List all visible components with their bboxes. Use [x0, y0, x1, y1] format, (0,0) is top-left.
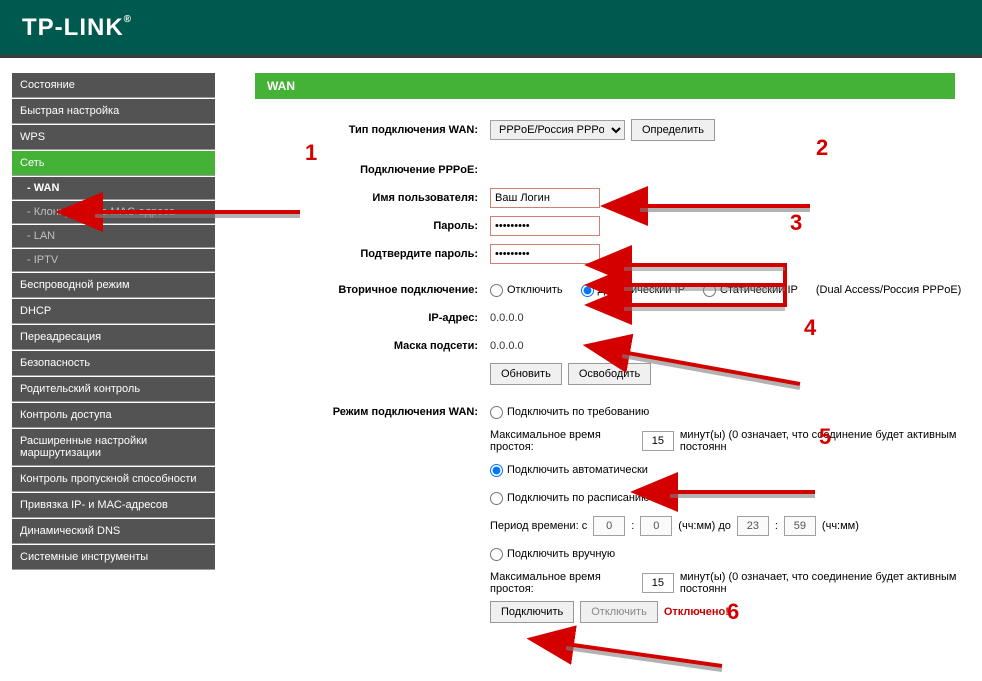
release-button[interactable]: Освободить: [568, 363, 651, 385]
label-idle2: Максимальное время простоя:: [490, 571, 636, 595]
radio-sec-static[interactable]: Статический IP: [703, 284, 798, 297]
label-pppoe-section: Подключение PPPoE:: [255, 164, 490, 176]
refresh-button[interactable]: Обновить: [490, 363, 562, 385]
sidebar-item-wireless[interactable]: Беспроводной режим: [12, 273, 215, 298]
sidebar-item-system-tools[interactable]: Системные инструменты: [12, 545, 215, 570]
sidebar-item-security[interactable]: Безопасность: [12, 351, 215, 376]
label-period: Период времени: с: [490, 520, 587, 532]
ip-value: 0.0.0.0: [490, 312, 524, 324]
disconnect-button[interactable]: Отключить: [580, 601, 658, 623]
label-to: (чч:мм) до: [678, 520, 731, 532]
password-input[interactable]: [490, 216, 600, 236]
select-conn-type[interactable]: PPPoE/Россия PPPoE: [490, 120, 625, 140]
from-min-input[interactable]: [640, 516, 672, 536]
sidebar-item-routing[interactable]: Расширенные настройки маршрутизации: [12, 429, 215, 466]
label-mask: Маска подсети:: [255, 340, 490, 352]
to-hour-input[interactable]: [737, 516, 769, 536]
sidebar-item-access-control[interactable]: Контроль доступа: [12, 403, 215, 428]
connection-status: Отключено!: [664, 606, 729, 618]
label-conn-type: Тип подключения WAN:: [255, 124, 490, 136]
confirm-password-input[interactable]: [490, 244, 600, 264]
connect-button[interactable]: Подключить: [490, 601, 574, 623]
page-title: WAN: [255, 73, 955, 99]
label-password: Пароль:: [255, 220, 490, 232]
detect-button[interactable]: Определить: [631, 119, 715, 141]
sidebar-item-wan[interactable]: - WAN: [12, 177, 215, 200]
sidebar-item-quick-setup[interactable]: Быстрая настройка: [12, 99, 215, 124]
sidebar-item-ddns[interactable]: Динамический DNS: [12, 519, 215, 544]
sidebar-item-network[interactable]: Сеть: [12, 151, 215, 176]
sidebar-item-lan[interactable]: - LAN: [12, 225, 215, 248]
radio-auto[interactable]: Подключить автоматически: [490, 464, 648, 477]
idle-input-2[interactable]: [642, 573, 674, 593]
sidebar-item-parental[interactable]: Родительский контроль: [12, 377, 215, 402]
label-username: Имя пользователя:: [255, 192, 490, 204]
header: TP-LINK®: [0, 0, 982, 58]
mask-value: 0.0.0.0: [490, 340, 524, 352]
radio-manual[interactable]: Подключить вручную: [490, 548, 615, 561]
label-idle: Максимальное время простоя:: [490, 429, 636, 453]
label-mode: Режим подключения WAN:: [255, 406, 490, 418]
radio-schedule[interactable]: Подключить по расписанию: [490, 492, 649, 505]
sidebar: Состояние Быстрая настройка WPS Сеть - W…: [0, 61, 225, 623]
sidebar-item-forwarding[interactable]: Переадресация: [12, 325, 215, 350]
radio-sec-off[interactable]: Отключить: [490, 284, 563, 297]
sidebar-item-mac-clone[interactable]: - Клонирование MAC-адреса: [12, 201, 215, 224]
radio-sec-dynamic[interactable]: Динамический IP: [581, 284, 685, 297]
sidebar-item-dhcp[interactable]: DHCP: [12, 299, 215, 324]
sidebar-item-status[interactable]: Состояние: [12, 73, 215, 98]
to-min-input[interactable]: [784, 516, 816, 536]
sidebar-item-ip-mac[interactable]: Привязка IP- и MAC-адресов: [12, 493, 215, 518]
idle-input[interactable]: [642, 431, 674, 451]
label-idle-unit: минут(ы) (0 означает, что соединение буд…: [680, 429, 982, 453]
brand-logo: TP-LINK®: [22, 14, 132, 42]
from-hour-input[interactable]: [593, 516, 625, 536]
label-idle-unit2: минут(ы) (0 означает, что соединение буд…: [680, 571, 982, 595]
sidebar-item-iptv[interactable]: - IPTV: [12, 249, 215, 272]
sidebar-item-bandwidth[interactable]: Контроль пропускной способности: [12, 467, 215, 492]
radio-on-demand[interactable]: Подключить по требованию: [490, 406, 649, 419]
label-secondary: Вторичное подключение:: [255, 284, 490, 296]
label-confirm: Подтвердите пароль:: [255, 248, 490, 260]
label-hhmm: (чч:мм): [822, 520, 859, 532]
username-input[interactable]: [490, 188, 600, 208]
sidebar-item-wps[interactable]: WPS: [12, 125, 215, 150]
main-content: WAN Тип подключения WAN: PPPoE/Россия PP…: [225, 61, 982, 623]
label-ip: IP-адрес:: [255, 312, 490, 324]
sec-note: (Dual Access/Россия PPPoE): [816, 284, 962, 296]
